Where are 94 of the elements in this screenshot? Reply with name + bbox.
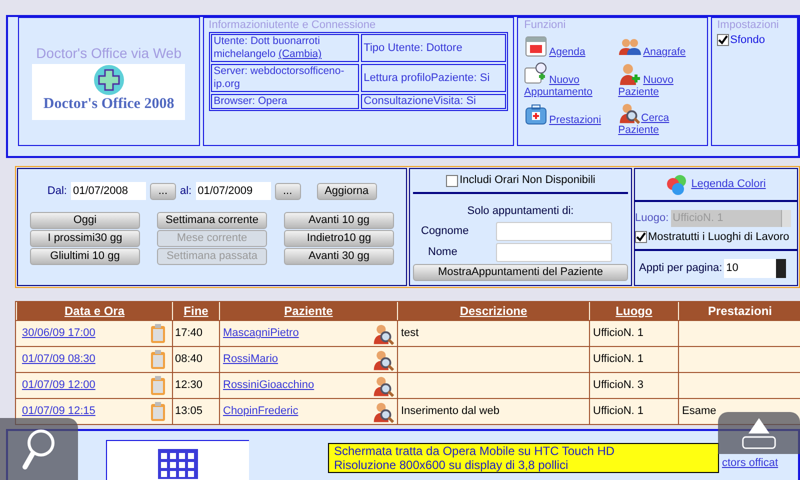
person-search-icon [372, 374, 394, 396]
calendar-icon [524, 34, 548, 58]
range-button[interactable]: Avanti 10 gg [284, 212, 394, 229]
table-cell: test [397, 320, 589, 346]
function-link[interactable]: Anagrafe [618, 34, 704, 58]
functions-title: Funzioni [524, 18, 567, 32]
from-label: Dal: [47, 184, 67, 199]
info-text: Server: webdoctorsofficeno-ip.org [214, 65, 346, 91]
range-button[interactable]: Avanti 30 gg [284, 248, 394, 265]
change-user-link[interactable]: (Cambia) [278, 48, 322, 60]
name-field[interactable] [496, 242, 612, 262]
column-header[interactable]: Fine [172, 302, 219, 320]
column-header[interactable]: Descrizione [397, 302, 589, 320]
table-cell: 08:40 [172, 346, 219, 372]
checkbox[interactable] [717, 34, 730, 46]
color-circles-icon [666, 174, 688, 196]
clipboard-icon [150, 350, 166, 370]
from-date-field[interactable]: 01/07/2008 [70, 182, 146, 200]
calendar-clock-icon [524, 62, 548, 86]
logo-wordmark: Doctor's Office 2008 [43, 96, 174, 112]
caption-line: Schermata tratta da Opera Mobile su HTC Touch HD [334, 444, 616, 458]
person-search-icon [372, 348, 394, 370]
name-label: Nome [427, 244, 458, 260]
table-cell: 13:05 [172, 398, 219, 424]
range-button[interactable]: Oggi [30, 212, 140, 229]
date-link[interactable]: 01/07/09 12:00 [22, 377, 96, 394]
person-search-icon [618, 102, 640, 124]
caption-line: Risoluzione 800x600 su display di 3,8 pollici [334, 458, 570, 472]
patient-link[interactable]: RossiniGioacchino [223, 377, 314, 394]
info-cell: Lettura profiloPaziente: Si [360, 64, 506, 92]
to-date-field[interactable]: 01/07/2009 [196, 182, 271, 200]
checkbox[interactable] [446, 174, 458, 186]
table-cell: 12:30 [172, 372, 219, 398]
table-cell: UfficioN. 3 [589, 372, 678, 398]
person-plus-icon [618, 62, 642, 86]
clipboard-icon [150, 376, 166, 396]
info-title: Informazioniutente e Connessione [208, 18, 377, 32]
column-header[interactable]: Data e Ora [16, 302, 172, 320]
date-picker-button[interactable]: ... [150, 182, 176, 200]
function-link[interactable]: Agenda [524, 34, 616, 58]
clipboard-icon [150, 324, 166, 344]
checkbox-label: Mostratutti i Luoghi di Lavoro [648, 230, 790, 245]
scroll-up-button[interactable] [718, 412, 800, 454]
patient-link[interactable]: ChopinFrederic [223, 403, 298, 420]
table-cell: UfficioN. 1 [589, 320, 678, 346]
search-button[interactable] [0, 418, 78, 480]
date-link[interactable]: 30/06/09 17:00 [22, 325, 96, 342]
show-appointments-button[interactable]: MostraAppuntamenti del Paziente [413, 264, 628, 280]
surname-field[interactable] [496, 222, 612, 240]
medical-kit-icon [524, 102, 548, 126]
to-label: al: [180, 184, 192, 199]
place-label: Luogo: [635, 211, 669, 226]
function-link[interactable]: Nuovo Paziente [618, 62, 704, 98]
info-text: Utente: Dott buonarroti michelangelo (Cambia) [214, 35, 323, 61]
table-cell: UfficioN. 1 [589, 398, 678, 424]
function-link[interactable]: Prestazioni [524, 102, 616, 126]
date-picker-button[interactable]: ... [274, 182, 301, 200]
table-cell: Inserimento dal web [397, 398, 589, 424]
patient-link[interactable]: MascagniPietro [223, 325, 299, 342]
settings-title: Impostazioni [717, 18, 780, 32]
filter-subtitle: Solo appuntamenti di: [466, 204, 575, 219]
date-link[interactable]: 01/07/09 08:30 [22, 351, 96, 368]
per-page-label: Appti per pagina: [639, 261, 722, 276]
column-header[interactable]: Luogo [589, 302, 678, 320]
info-text: Browser: Opera [214, 95, 288, 108]
function-link[interactable]: Nuovo Appuntamento [524, 62, 616, 98]
column-header: Prestazioni [678, 302, 800, 320]
info-cell: ConsultazioneVisita: Si [360, 94, 506, 109]
checkbox-label: Includi Orari Non Disponibili [460, 173, 596, 188]
range-button[interactable]: Settimana corrente [157, 212, 267, 229]
color-legend-link[interactable]: Legenda Colori [691, 176, 766, 193]
per-page-select[interactable]: 10 [724, 259, 786, 278]
refresh-button[interactable]: Aggiorna [316, 182, 377, 200]
checkbox[interactable] [635, 231, 647, 244]
cross-logo-icon [92, 64, 125, 96]
patient-link[interactable]: RossiMario [223, 351, 278, 368]
surname-label: Cognome [420, 224, 470, 239]
up-arrow-icon [740, 416, 778, 450]
person-search-icon [372, 400, 394, 422]
clipboard-icon [150, 402, 166, 422]
person-search-icon [372, 322, 394, 344]
function-link[interactable]: Cerca Paziente [618, 102, 704, 136]
table-cell: UfficioN. 1 [589, 346, 678, 372]
info-cell: Tipo Utente: Dottore [360, 34, 506, 62]
search-icon [21, 427, 57, 471]
checkbox-label: Sfondo [730, 33, 765, 48]
range-button[interactable]: Indietro10 gg [284, 230, 394, 247]
column-header[interactable]: Paziente [219, 302, 397, 320]
app-title: Doctor's Office via Web [36, 44, 182, 63]
range-button[interactable]: Gliultimi 10 gg [30, 248, 140, 265]
table-cell: 17:40 [172, 320, 219, 346]
footer-link[interactable]: ctors officat [722, 455, 778, 472]
date-link[interactable]: 01/07/09 12:15 [22, 403, 96, 420]
range-button[interactable]: I prossimi30 gg [30, 230, 140, 247]
